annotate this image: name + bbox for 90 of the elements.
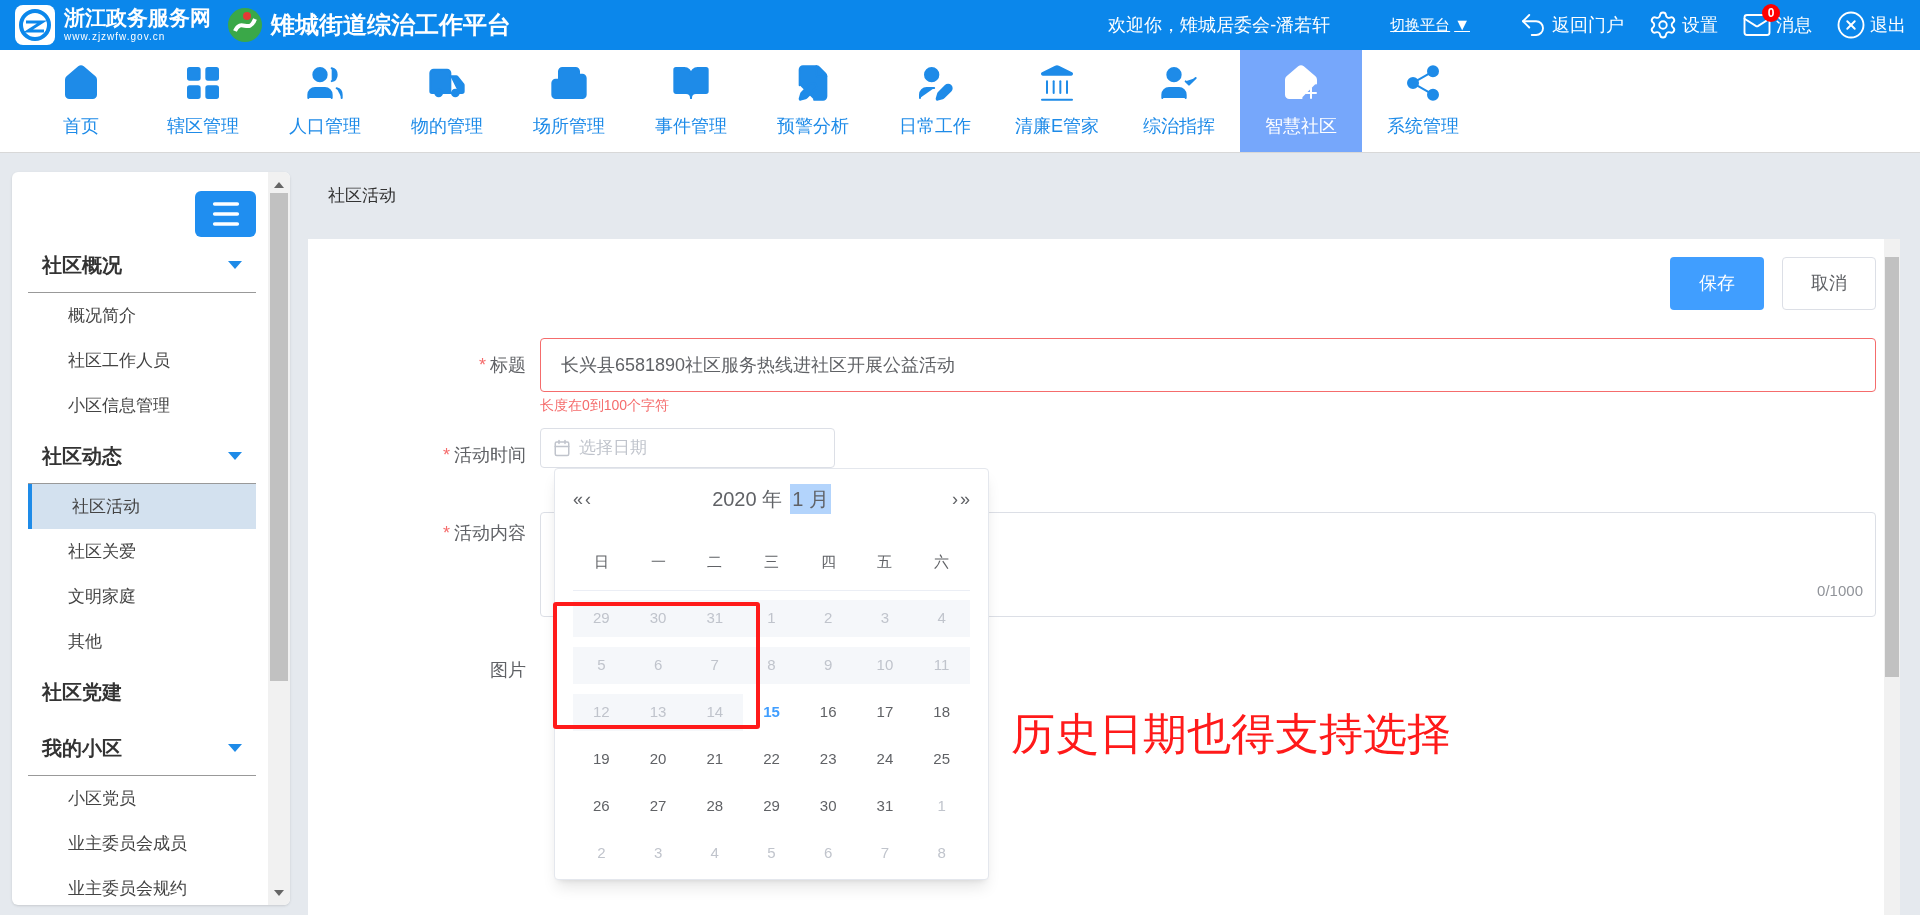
sidebar-item[interactable]: 其他 <box>28 619 256 664</box>
calendar-day[interactable]: 25 <box>913 741 970 778</box>
field-label: 活动内容 <box>454 522 526 545</box>
calendar-day[interactable]: 27 <box>629 788 687 825</box>
calendar-icon <box>553 439 571 457</box>
header-action-button[interactable]: 退出 <box>1836 10 1906 40</box>
field-label: 标题 <box>490 353 526 377</box>
required-asterisk: * <box>479 353 486 377</box>
calendar-day[interactable]: 31 <box>856 788 914 825</box>
next-year-button[interactable]: » <box>960 485 970 513</box>
sidebar-item[interactable]: 社区工作人员 <box>28 338 256 383</box>
platform-logo-icon <box>227 7 263 43</box>
field-label: 活动时间 <box>454 443 526 467</box>
sidebar-item[interactable]: 文明家庭 <box>28 574 256 619</box>
calendar-day[interactable]: 30 <box>799 788 857 825</box>
sidebar-group-header[interactable]: 我的小区 <box>28 720 256 776</box>
nav-tab[interactable]: 物的管理 <box>386 50 508 152</box>
year-label[interactable]: 2020 年 <box>712 484 783 514</box>
character-counter: 0/1000 <box>1817 580 1863 601</box>
nav-tab[interactable]: 清廉E管家 <box>996 50 1118 152</box>
scroll-up-arrow-icon[interactable] <box>273 181 285 188</box>
caret-icon <box>228 451 242 460</box>
scrollbar[interactable] <box>1884 239 1900 915</box>
welcome-text: 欢迎你，雉城居委会-潘若轩 <box>1108 13 1331 37</box>
weekday-label: 六 <box>933 552 951 573</box>
calendar-day[interactable]: 20 <box>629 741 687 778</box>
calendar-day[interactable]: 28 <box>686 788 744 825</box>
sidebar-item[interactable]: 社区活动 <box>28 484 256 529</box>
weekday-label: 三 <box>763 552 780 573</box>
weekday-label: 一 <box>649 552 667 573</box>
cancel-button[interactable]: 取消 <box>1782 257 1876 310</box>
header-action-button[interactable]: 返回门户 <box>1518 10 1624 40</box>
nav-tab[interactable]: 日常工作 <box>874 50 996 152</box>
sidebar-item[interactable]: 业主委员会成员 <box>28 821 256 866</box>
nav-tab[interactable]: 预警分析 <box>752 50 874 152</box>
sidebar-item[interactable]: 小区信息管理 <box>28 383 256 428</box>
prev-year-button[interactable]: « <box>573 485 583 513</box>
next-month-button[interactable]: › <box>952 485 958 513</box>
calendar-day[interactable]: 18 <box>913 694 970 731</box>
weekday-label: 二 <box>706 552 724 573</box>
error-message: 长度在0到100个字符 <box>540 396 671 415</box>
save-button[interactable]: 保存 <box>1670 257 1764 310</box>
close-icon <box>1836 10 1866 40</box>
nav-tab[interactable]: 综治指挥 <box>1118 50 1240 152</box>
nav-tab[interactable]: 人口管理 <box>264 50 386 152</box>
title-input[interactable]: 长兴县6581890社区服务热线进社区开展公益活动 <box>540 338 1876 392</box>
field-label: 图片 <box>490 659 526 682</box>
calendar-day[interactable]: 16 <box>799 694 857 731</box>
header-action-button[interactable]: 设置 <box>1648 10 1718 40</box>
platform-title: 雉城街道综治工作平台 <box>271 10 511 40</box>
calendar-day[interactable]: 26 <box>573 788 630 825</box>
calendar-day[interactable]: 29 <box>743 788 800 825</box>
month-label[interactable]: 1 月 <box>790 484 831 514</box>
calendar-day[interactable]: 23 <box>799 741 857 778</box>
calendar-day[interactable]: 17 <box>856 694 914 731</box>
sidebar-item[interactable]: 小区党员 <box>28 776 256 821</box>
calendar-day[interactable]: 15 <box>743 694 800 731</box>
sidebar-group-header[interactable]: 社区党建 <box>28 664 256 720</box>
nav-tab[interactable]: 事件管理 <box>630 50 752 152</box>
scroll-down-arrow-icon[interactable] <box>273 890 285 897</box>
nav-tab[interactable]: 场所管理 <box>508 50 630 152</box>
portal-name: 浙江政务服务网 <box>64 8 211 29</box>
caret-icon <box>228 260 242 269</box>
scrollbar[interactable] <box>268 172 290 905</box>
portal-url: www.zjzwfw.gov.cn <box>64 32 167 42</box>
nav-tab[interactable]: 首页 <box>20 50 142 152</box>
weekday-label: 四 <box>819 552 837 573</box>
sidebar-item[interactable]: 社区关爱 <box>28 529 256 574</box>
weekday-label: 日 <box>592 552 610 573</box>
calendar-day[interactable]: 21 <box>686 741 744 778</box>
required-asterisk: * <box>443 522 450 545</box>
weekday-label: 五 <box>876 552 894 573</box>
sidebar-item[interactable]: 概况简介 <box>28 293 256 338</box>
breadcrumb: 社区活动 <box>328 185 396 208</box>
nav-tab[interactable]: 智慧社区 <box>1240 50 1362 152</box>
nav-tab[interactable]: 系统管理 <box>1362 50 1484 152</box>
sidebar-group-header[interactable]: 社区概况 <box>28 237 256 293</box>
settings-icon <box>1648 10 1678 40</box>
caret-icon <box>228 743 242 752</box>
sidebar-item[interactable]: 业主委员会规约 <box>28 866 256 905</box>
nav-tab[interactable]: 辖区管理 <box>142 50 264 152</box>
annotation-text: 历史日期也得支持选择 <box>1011 708 1451 760</box>
prev-month-button[interactable]: ‹ <box>585 485 591 513</box>
calendar-day[interactable]: 24 <box>856 741 914 778</box>
switch-platform-link[interactable]: 切换平台 ▼ <box>1390 13 1470 37</box>
calendar-day[interactable]: 19 <box>573 741 630 778</box>
menu-toggle-button[interactable] <box>195 191 256 237</box>
required-asterisk: * <box>443 443 450 467</box>
portal-logo-icon <box>14 4 56 46</box>
calendar-day[interactable]: 22 <box>743 741 800 778</box>
